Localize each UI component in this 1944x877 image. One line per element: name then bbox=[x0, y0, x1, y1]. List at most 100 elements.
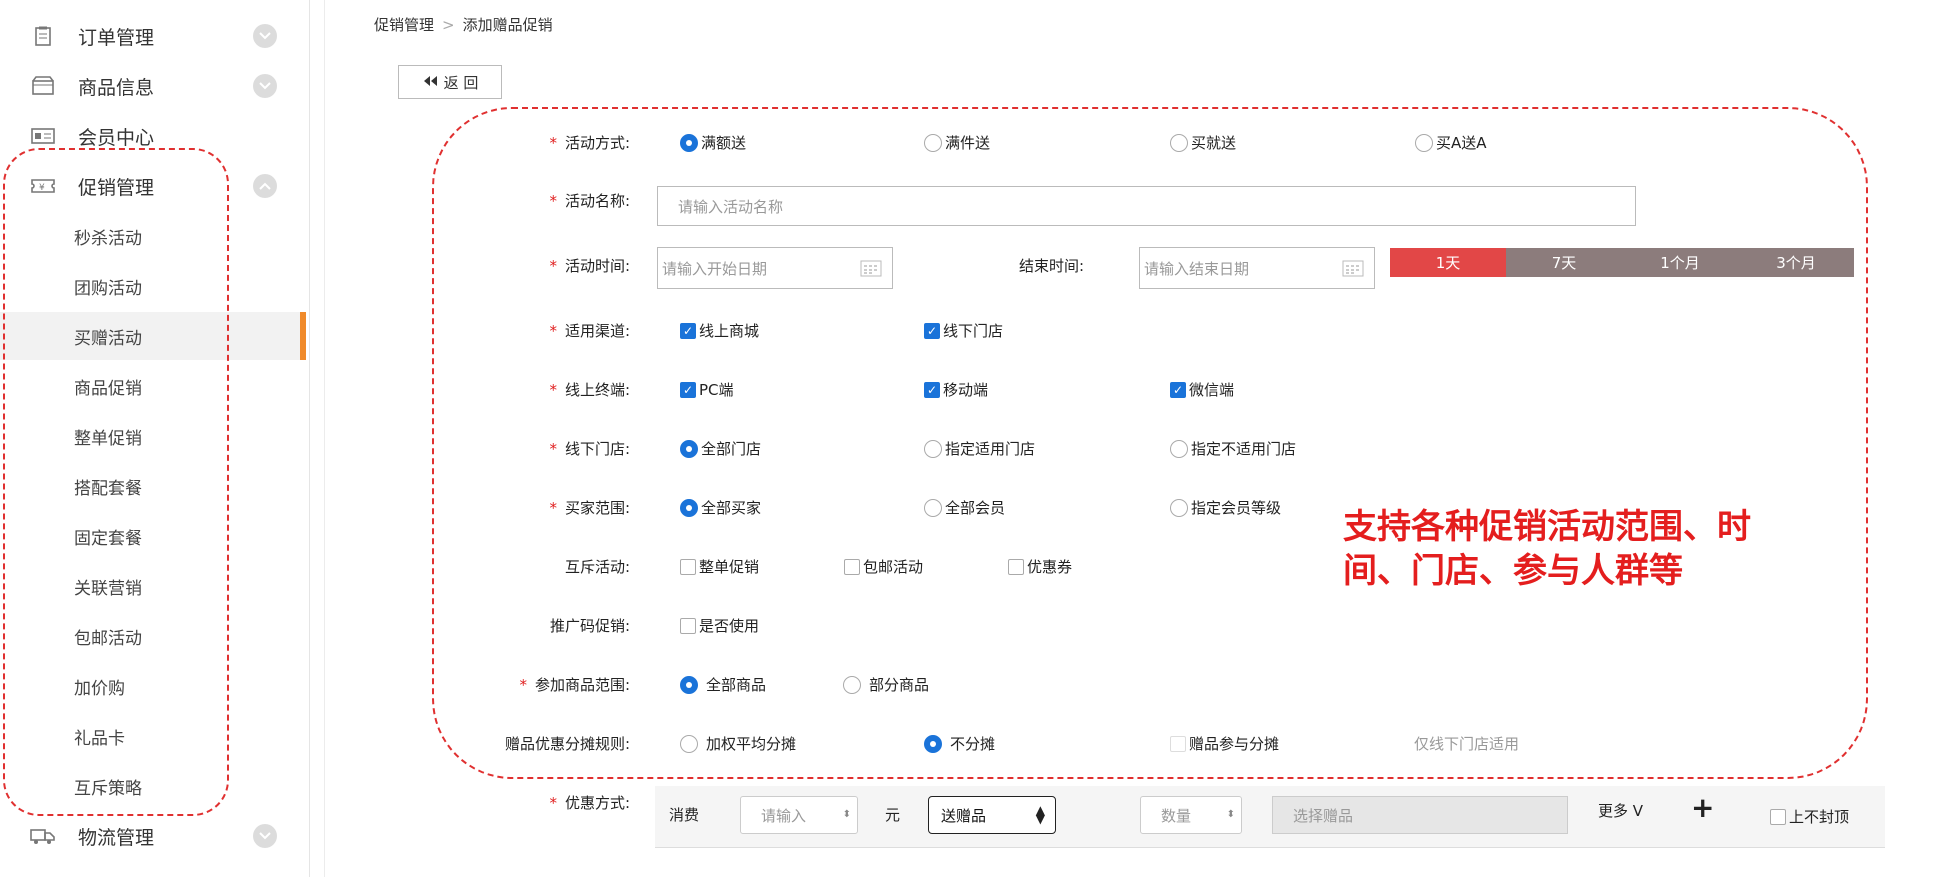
radio-icon[interactable] bbox=[924, 439, 942, 458]
radio-all-products[interactable]: 全部商品 bbox=[680, 674, 766, 695]
stepper-icon[interactable]: ⬍ bbox=[1227, 809, 1235, 820]
checkbox-order-promo[interactable]: 整单促销 bbox=[680, 556, 759, 577]
required-mark: * bbox=[549, 134, 557, 152]
radio-all-stores[interactable]: 全部门店 bbox=[680, 438, 761, 459]
checkbox-use-promo-code[interactable]: 是否使用 bbox=[680, 615, 759, 636]
radio-icon[interactable] bbox=[680, 734, 698, 753]
checkbox-icon[interactable] bbox=[1008, 558, 1024, 575]
radio-buy-a-send-a[interactable]: 买A送A bbox=[1415, 132, 1487, 153]
checkbox-no-cap[interactable]: 上不封顶 bbox=[1770, 806, 1849, 827]
radio-icon[interactable] bbox=[680, 439, 698, 458]
checkbox-online-mall[interactable]: ✓ 线上商城 bbox=[680, 320, 759, 341]
chevron-down-icon[interactable] bbox=[253, 24, 277, 48]
label-offline-store: * 线下门店: bbox=[549, 440, 630, 458]
checkbox-icon[interactable] bbox=[680, 558, 696, 575]
range-7-days[interactable]: 7天 bbox=[1506, 248, 1622, 277]
range-1-day[interactable]: 1天 bbox=[1390, 248, 1506, 277]
radio-icon[interactable] bbox=[924, 734, 942, 753]
activity-name-input[interactable]: 请输入活动名称 bbox=[657, 186, 1636, 226]
breadcrumb: 促销管理 > 添加赠品促销 bbox=[374, 14, 553, 35]
row-online-terminal: * 线上终端: ✓ PC端 ✓ 移动端 ✓ 微信端 bbox=[0, 379, 1944, 419]
label-online-terminal: * 线上终端: bbox=[549, 381, 630, 399]
radio-icon[interactable] bbox=[1170, 133, 1188, 152]
radio-all-members[interactable]: 全部会员 bbox=[924, 497, 1005, 518]
radio-member-level[interactable]: 指定会员等级 bbox=[1170, 497, 1281, 518]
radio-icon[interactable] bbox=[924, 498, 942, 517]
radio-icon[interactable] bbox=[1170, 439, 1188, 458]
calendar-icon[interactable] bbox=[1342, 259, 1364, 277]
gift-share-note: 仅线下门店适用 bbox=[1414, 735, 1520, 753]
checkbox-wechat[interactable]: ✓ 微信端 bbox=[1170, 379, 1234, 400]
select-arrows-icon: ▲ ▼ bbox=[1035, 803, 1045, 826]
radio-icon[interactable] bbox=[680, 133, 698, 152]
row-channel: * 适用渠道: ✓ 线上商城 ✓ 线下门店 bbox=[0, 320, 1944, 360]
radio-icon[interactable] bbox=[843, 675, 861, 694]
range-3-months[interactable]: 3个月 bbox=[1738, 248, 1854, 277]
checkbox-icon[interactable] bbox=[844, 558, 860, 575]
menu-order[interactable]: 订单管理 bbox=[0, 14, 300, 58]
checkbox-offline-store[interactable]: ✓ 线下门店 bbox=[924, 320, 1003, 341]
checkbox-icon[interactable] bbox=[680, 617, 696, 634]
amount-input[interactable]: 请输入 ⬍ bbox=[740, 796, 858, 834]
breadcrumb-current: 添加赠品促销 bbox=[462, 16, 553, 34]
radio-icon[interactable] bbox=[680, 675, 698, 694]
checkbox-pc[interactable]: ✓ PC端 bbox=[680, 379, 734, 400]
radio-excluded-stores[interactable]: 指定不适用门店 bbox=[1170, 438, 1296, 459]
radio-all-buyers[interactable]: 全部买家 bbox=[680, 497, 761, 518]
radio-no-share[interactable]: 不分摊 bbox=[924, 733, 995, 754]
row-activity-name: * 活动名称: 请输入活动名称 bbox=[0, 186, 1944, 226]
checkbox-icon[interactable]: ✓ bbox=[924, 381, 940, 398]
radio-weighted-share[interactable]: 加权平均分摊 bbox=[680, 733, 796, 754]
unit-label: 元 bbox=[885, 806, 901, 824]
stepper-icon[interactable]: ⬍ bbox=[843, 809, 851, 820]
row-activity-type: * 活动方式: 满额送 满件送 买就送 买A送A bbox=[0, 130, 1944, 170]
checkbox-gift-share[interactable]: 赠品参与分摊 bbox=[1170, 733, 1279, 754]
range-1-month[interactable]: 1个月 bbox=[1622, 248, 1738, 277]
radio-full-piece[interactable]: 满件送 bbox=[924, 132, 990, 153]
checkbox-icon[interactable]: ✓ bbox=[680, 381, 696, 398]
label-gift-share: 赠品优惠分摊规则: bbox=[504, 735, 630, 753]
radio-icon[interactable] bbox=[924, 133, 942, 152]
checkbox-mobile[interactable]: ✓ 移动端 bbox=[924, 379, 988, 400]
checkbox-free-shipping[interactable]: 包邮活动 bbox=[844, 556, 923, 577]
row-promo-code: 推广码促销: 是否使用 bbox=[0, 615, 1944, 655]
row-gift-share: 赠品优惠分摊规则: 加权平均分摊 不分摊 赠品参与分摊 仅线下门店适用 bbox=[0, 733, 1944, 773]
checkbox-icon[interactable]: ✓ bbox=[1170, 381, 1186, 398]
start-date-input[interactable]: 请输入开始日期 bbox=[657, 247, 893, 289]
radio-icon[interactable] bbox=[1170, 498, 1188, 517]
box-icon bbox=[32, 76, 54, 95]
checkbox-icon[interactable]: ✓ bbox=[680, 322, 696, 339]
label-channel: * 适用渠道: bbox=[549, 322, 630, 340]
menu-order-label: 订单管理 bbox=[78, 26, 155, 49]
checkbox-icon[interactable] bbox=[1770, 808, 1786, 825]
label-exclusive: 互斥活动: bbox=[564, 558, 630, 576]
gift-type-select[interactable]: 送赠品 ▲ ▼ bbox=[928, 796, 1056, 834]
checkbox-icon[interactable] bbox=[1170, 735, 1186, 752]
radio-icon[interactable] bbox=[1415, 133, 1433, 152]
checkbox-coupon[interactable]: 优惠券 bbox=[1008, 556, 1072, 577]
radio-full-amount[interactable]: 满额送 bbox=[680, 132, 746, 153]
menu-product[interactable]: 商品信息 bbox=[0, 64, 300, 108]
back-button[interactable]: 返 回 bbox=[398, 65, 502, 99]
breadcrumb-parent[interactable]: 促销管理 bbox=[374, 16, 434, 34]
label-end-time: 结束时间: bbox=[1019, 257, 1085, 275]
chevron-down-icon[interactable] bbox=[253, 74, 277, 98]
add-icon[interactable]: + bbox=[1691, 792, 1714, 824]
radio-specified-stores[interactable]: 指定适用门店 bbox=[924, 438, 1035, 459]
radio-icon[interactable] bbox=[680, 498, 698, 517]
choose-gift-input[interactable]: 选择赠品 bbox=[1272, 796, 1568, 834]
quantity-input[interactable]: 数量 ⬍ bbox=[1140, 796, 1242, 834]
quick-range-selector: 1天 7天 1个月 3个月 bbox=[1390, 248, 1854, 277]
calendar-icon[interactable] bbox=[860, 259, 882, 277]
annotation-text: 支持各种促销活动范围、时间、门店、参与人群等 bbox=[1343, 507, 1751, 591]
row-offline-store: * 线下门店: 全部门店 指定适用门店 指定不适用门店 bbox=[0, 438, 1944, 478]
label-promo-code: 推广码促销: bbox=[549, 617, 630, 635]
more-button[interactable]: 更多 V bbox=[1598, 800, 1643, 821]
end-date-input[interactable]: 请输入结束日期 bbox=[1139, 247, 1375, 289]
radio-buy-send[interactable]: 买就送 bbox=[1170, 132, 1236, 153]
radio-partial-products[interactable]: 部分商品 bbox=[843, 674, 929, 695]
checkbox-icon[interactable]: ✓ bbox=[924, 322, 940, 339]
back-button-label: 返 回 bbox=[443, 73, 479, 92]
label-discount: * 优惠方式: bbox=[549, 794, 630, 812]
label-activity-type: * 活动方式: bbox=[549, 134, 630, 152]
